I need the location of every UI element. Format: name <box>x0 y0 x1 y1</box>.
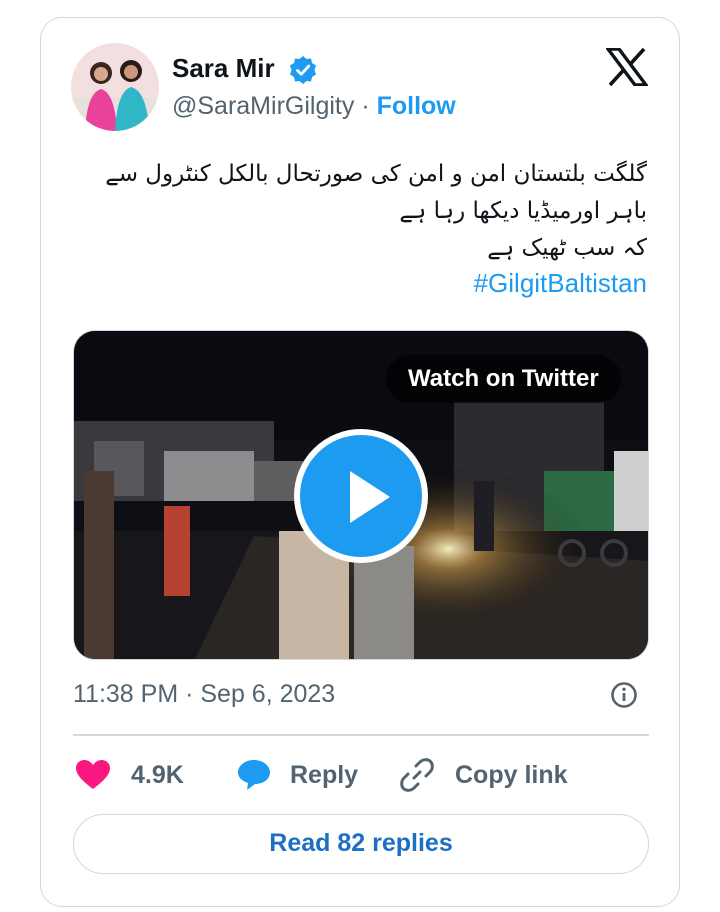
tweet-timestamp[interactable]: 11:38 PM · Sep 6, 2023 <box>73 680 335 709</box>
play-button[interactable] <box>294 429 428 563</box>
video-thumbnail[interactable]: Watch on Twitter <box>73 330 649 660</box>
copy-link-label: Copy link <box>455 760 568 789</box>
tweet-line: کہ سب ٹھیک ہے <box>487 235 647 261</box>
author-handle[interactable]: @SaraMirGilgity <box>172 92 354 120</box>
avatar[interactable] <box>71 43 159 131</box>
divider <box>73 734 649 736</box>
reply-label: Reply <box>290 760 359 789</box>
link-icon <box>400 758 434 792</box>
author-name[interactable]: Sara Mir <box>172 53 275 84</box>
tweet-actions: 4.9K Reply Copy link <box>73 753 649 797</box>
tweet-line: باہر اورمیڈیا دیکھا رہا ہے <box>399 198 647 224</box>
verified-badge-icon <box>290 56 316 84</box>
tweet-card: Sara Mir @SaraMirGilgity · Follow گلگت ب… <box>40 17 680 907</box>
handle-line: @SaraMirGilgity · Follow <box>172 92 456 121</box>
tweet-text: گلگت بلتستان امن و امن کی صورتحال بالکل … <box>67 156 647 267</box>
like-button[interactable]: 4.9K <box>75 753 184 797</box>
x-logo-icon[interactable] <box>606 48 648 86</box>
watch-on-twitter-button[interactable]: Watch on Twitter <box>386 355 621 403</box>
reply-bubble-icon <box>238 760 270 790</box>
tweet-line: گلگت بلتستان امن و امن کی صورتحال بالکل … <box>105 161 647 187</box>
reply-button[interactable]: Reply <box>236 753 358 797</box>
hashtag-link[interactable]: #GilgitBaltistan <box>474 268 647 299</box>
play-icon <box>350 471 390 523</box>
heart-icon <box>76 760 110 789</box>
info-icon[interactable] <box>610 681 638 709</box>
separator-dot: · <box>361 92 370 120</box>
like-count: 4.9K <box>131 760 184 789</box>
copy-link-button[interactable]: Copy link <box>399 753 568 797</box>
read-replies-button[interactable]: Read 82 replies <box>73 814 649 874</box>
follow-button[interactable]: Follow <box>377 92 456 120</box>
